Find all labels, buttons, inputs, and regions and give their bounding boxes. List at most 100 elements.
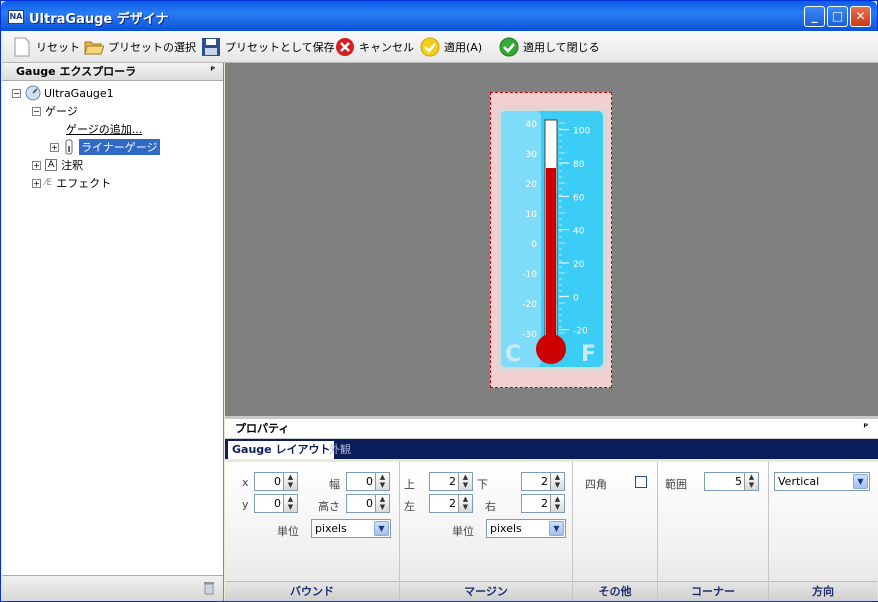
tree-root-label: UltraGauge1 [44,86,114,100]
y-spinner[interactable]: 0 ▲ ▼ [254,494,298,513]
fahrenheit-tick-label: 0 [573,293,579,303]
designer-window: NA UltraGauge デザイナ _ □ ✕ リセット プリセットの選択 プ… [0,0,878,602]
green-check-icon [499,37,519,57]
explorer-header: Gauge エクスプローラ ᴾ [2,63,223,81]
collapse-icon[interactable]: − [12,88,21,98]
tree-node-linear-gauge[interactable]: + ライナーゲージ [50,138,160,156]
left-spinner[interactable]: 2 ▲ ▼ [429,494,473,513]
tree-node-gauges[interactable]: − ゲージ [32,102,78,120]
y-value: 0 [274,497,281,510]
pin-icon[interactable]: ᴾ [210,63,215,80]
celsius-tick-label: 0 [531,240,537,250]
range-label: 範囲 [665,478,687,491]
tree-node-annotation[interactable]: + A 注釈 [32,156,83,174]
thermometer-gauge: 403020100-10-20-30 100806040200-20 C F [497,107,607,371]
thermometer-icon [65,139,73,155]
bounds-unit-label: 単位 [277,525,299,538]
margins-group: 上 2 ▲ ▼ 左 2 ▲ ▼ 下 2 ▲ ▼ 右 2 ▲ ▼ 単位 pixels ▼ マージン [400,462,573,601]
expand-icon[interactable]: + [50,142,59,152]
x-spinner[interactable]: 0 ▲ ▼ [254,472,298,491]
add-gauge-link[interactable]: ゲージの追加... [66,121,142,137]
cancel-button[interactable]: キャンセル [335,36,414,58]
y-label: y [242,498,249,511]
title-bar[interactable]: NA UltraGauge デザイナ _ □ ✕ [1,1,877,31]
tree-node-effects[interactable]: + ⁄E エフェクト [32,174,111,192]
celsius-tick-label: -30 [522,330,537,340]
bottom-spinner[interactable]: 2 ▲ ▼ [521,472,565,491]
bounds-unit-select[interactable]: pixels ▼ [311,519,391,538]
red-x-icon [335,37,355,57]
minimize-button[interactable]: _ [804,6,825,27]
select-preset-label: プリセットの選択 [108,41,196,54]
select-preset-button[interactable]: プリセットの選択 [84,36,196,58]
width-value: 0 [366,475,373,488]
spin-arrows-icon[interactable]: ▲ ▼ [375,473,389,490]
range-spinner[interactable]: 5 ▲ ▼ [704,472,759,491]
tab-appearance[interactable]: 外観 [325,441,355,459]
tree-node-root[interactable]: − UltraGauge1 [12,84,114,102]
close-button[interactable]: ✕ [850,6,871,27]
top-spinner[interactable]: 2 ▲ ▼ [429,472,473,491]
spin-arrows-icon[interactable]: ▲ ▼ [283,473,297,490]
apply-close-label: 適用して閉じる [523,41,600,54]
spin-arrows-icon[interactable]: ▲ ▼ [744,473,758,490]
gauge-explorer-panel: Gauge エクスプローラ ᴾ − UltraGauge1 − ゲージ ゲージの… [2,63,224,601]
properties-header: プロパティ ᴾ [225,419,878,439]
margins-unit-select[interactable]: pixels ▼ [486,519,566,538]
direction-group: Vertical ▼ 方向 [769,462,877,601]
yellow-check-icon [420,37,440,57]
tree-annotation-label: 注釈 [61,159,84,172]
pin-icon[interactable]: ᴾ [863,419,868,439]
chevron-down-icon[interactable]: ▼ [853,474,868,489]
right-spinner[interactable]: 2 ▲ ▼ [521,494,565,513]
height-spinner[interactable]: 0 ▲ ▼ [346,494,390,513]
bottom-label: 下 [477,478,488,491]
right-label: 右 [485,500,496,513]
direction-select[interactable]: Vertical ▼ [774,472,870,491]
annotation-icon: A [45,159,58,171]
margins-unit-label: 単位 [452,525,474,538]
floppy-disk-icon [201,37,221,57]
spin-arrows-icon[interactable]: ▲ ▼ [375,495,389,512]
width-label: 幅 [329,478,340,491]
right-value: 2 [541,497,548,510]
fahrenheit-tick-label: 80 [573,160,585,170]
tree-gauges-label: ゲージ [45,105,78,118]
bounds-group: x 0 ▲ ▼ y 0 ▲ ▼ 幅 0 ▲ ▼ 高さ 0 ▲ ▼ 単位 pixels ▼ バウンド [225,462,400,601]
save-preset-button[interactable]: プリセットとして保存 [201,36,335,58]
mercury-fill [546,168,556,355]
expand-icon[interactable]: + [32,178,41,188]
apply-close-button[interactable]: 適用して閉じる [499,36,600,58]
tree-linear-gauge-label: ライナーゲージ [79,139,160,155]
spin-arrows-icon[interactable]: ▲ ▼ [550,495,564,512]
width-spinner[interactable]: 0 ▲ ▼ [346,472,390,491]
app-icon: NA [8,10,24,24]
trash-icon[interactable] [203,581,215,598]
spin-arrows-icon[interactable]: ▲ ▼ [458,495,472,512]
margins-unit-value: pixels [490,522,522,535]
bottom-value: 2 [541,475,548,488]
tab-gauge-layout[interactable]: Gauge レイアウト [228,441,335,459]
fahrenheit-tick-label: -20 [573,327,588,337]
spin-arrows-icon[interactable]: ▲ ▼ [550,473,564,490]
range-value: 5 [735,475,742,488]
tree-node-add-gauge[interactable]: ゲージの追加... [66,120,142,138]
properties-panel: プロパティ ᴾ Gauge レイアウト 外観 x 0 ▲ ▼ y 0 ▲ ▼ 幅 0 ▲ ▼… [225,416,878,601]
maximize-button[interactable]: □ [827,6,848,27]
explorer-title: Gauge エクスプローラ [16,65,137,78]
linear-gauge[interactable]: 40 30 20 10 0 -10 -20 -30 100 80 60 40 20 0 -20 C F [490,92,612,388]
margins-group-label: マージン [400,581,572,601]
x-label: x [242,476,249,489]
bounds-group-label: バウンド [225,581,399,601]
expand-icon[interactable]: + [32,160,41,170]
chevron-down-icon[interactable]: ▼ [549,521,564,536]
collapse-icon[interactable]: − [32,106,41,116]
chevron-down-icon[interactable]: ▼ [374,521,389,536]
spin-arrows-icon[interactable]: ▲ ▼ [458,473,472,490]
apply-button[interactable]: 適用(A) [420,36,482,58]
bounds-unit-value: pixels [315,522,347,535]
spin-arrows-icon[interactable]: ▲ ▼ [283,495,297,512]
reset-button[interactable]: リセット [12,36,80,58]
square-checkbox[interactable] [635,476,647,488]
top-label: 上 [404,478,415,491]
